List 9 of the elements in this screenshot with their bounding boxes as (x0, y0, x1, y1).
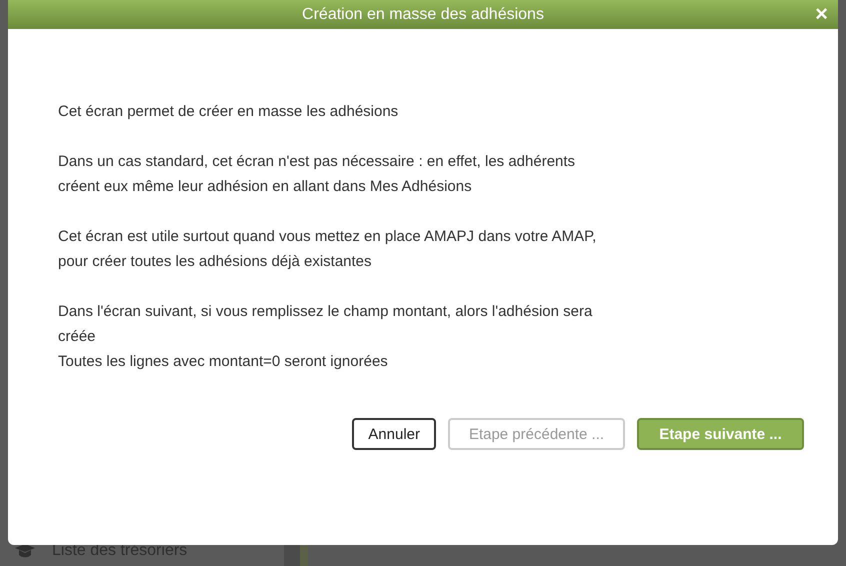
next-button[interactable]: Etape suivante ... (637, 418, 804, 450)
paragraph: Cet écran est utile surtout quand vous mettez en place AMAPJ dans votre AMAP, pour créer toutes les adhésions déjà existantes (58, 227, 598, 272)
paragraph: Cet écran permet de créer en masse les adhésions (58, 102, 400, 122)
paragraph: Dans l'écran suivant, si vous remplissez le champ montant, alors l'adhésion sera créée Toutes les lignes avec montant=0 seront ignorées (58, 302, 594, 372)
paragraph: Dans un cas standard, cet écran n'est pas nécessaire : en effet, les adhérents créent eux même leur adhésion en allant dans Mes Adhésions (58, 152, 576, 197)
dialog-button[interactable]: Annuler (352, 418, 436, 450)
close-button[interactable]: × (813, 3, 830, 25)
dialog-title: Création en masse des adhésions (302, 6, 544, 24)
graduation-cap-icon (14, 543, 36, 559)
